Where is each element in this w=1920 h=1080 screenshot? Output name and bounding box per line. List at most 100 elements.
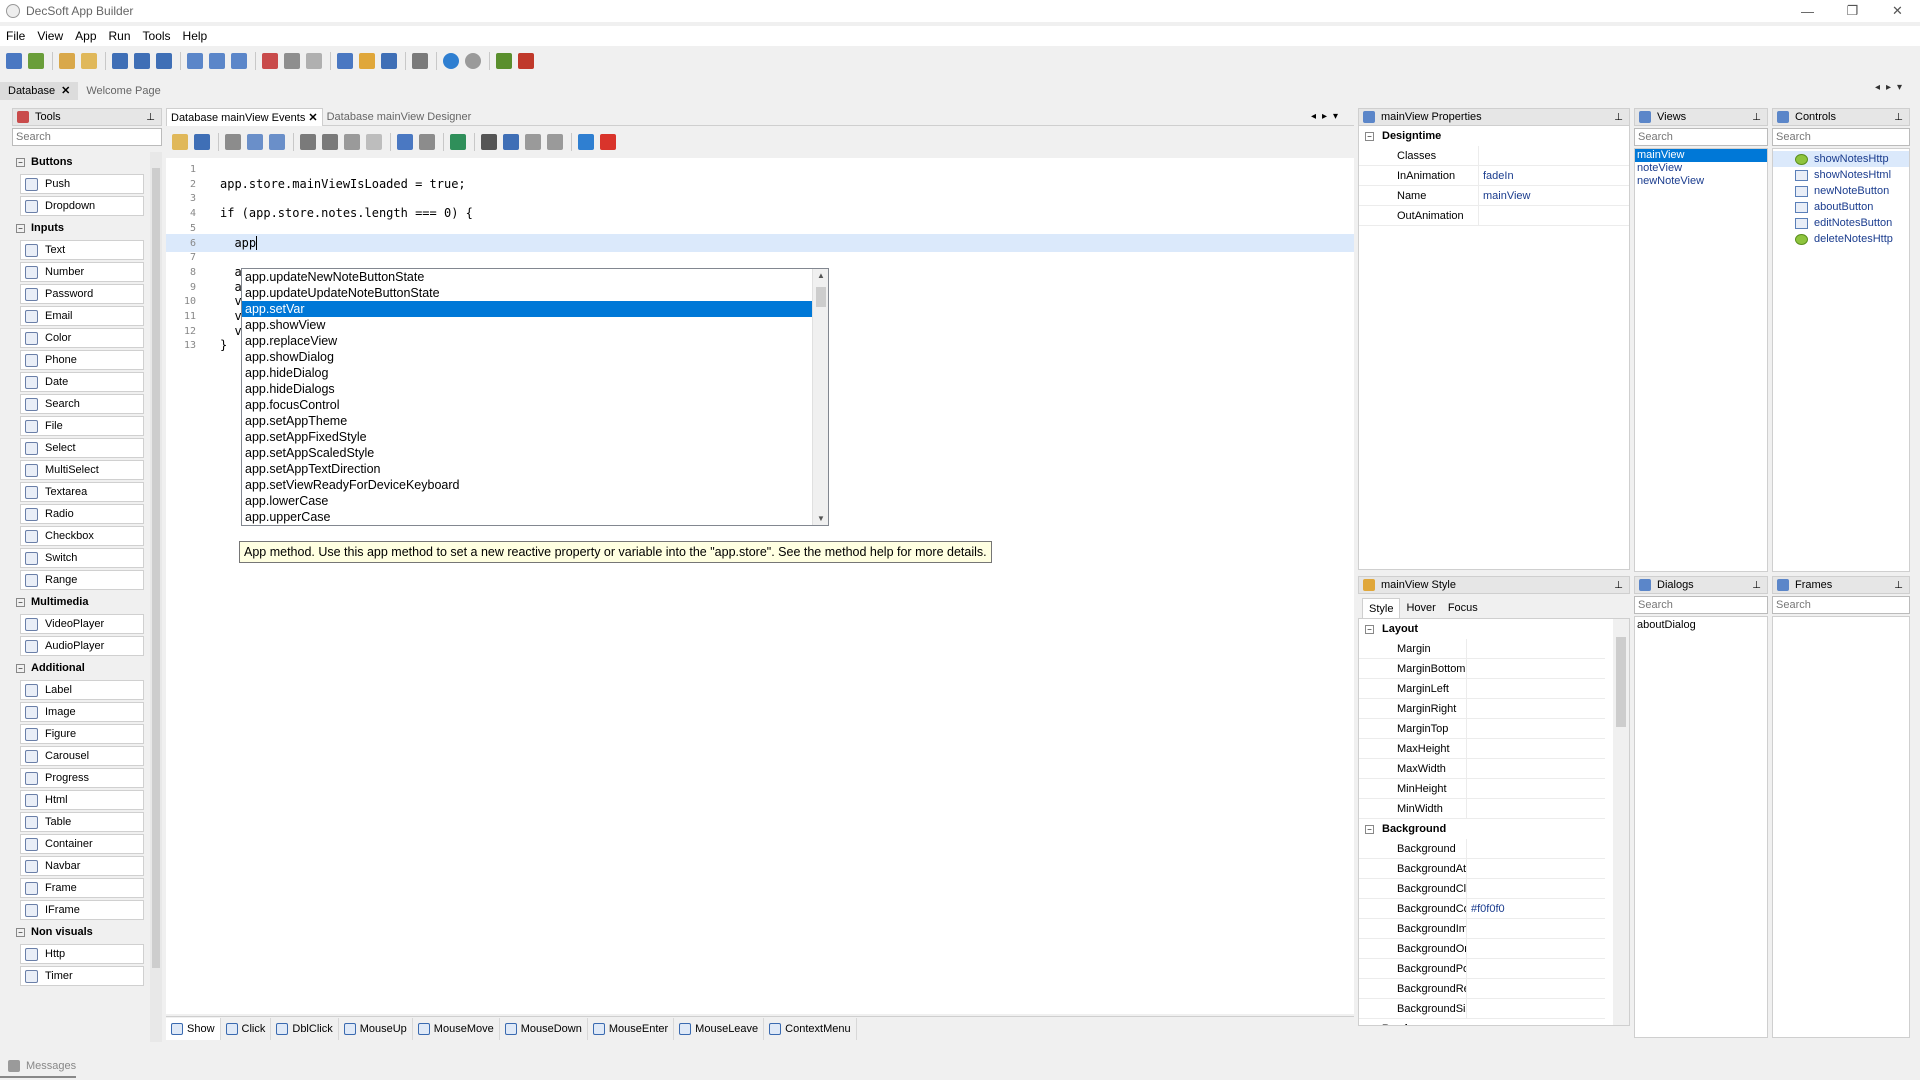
tool-figure[interactable]: Figure [20,724,144,744]
control-item[interactable]: editNotesButton [1773,215,1909,231]
tool-text[interactable]: Text [20,240,144,260]
menu-tools[interactable]: Tools [143,29,171,43]
event-tab-mouseenter[interactable]: MouseEnter [588,1017,675,1040]
stop-icon[interactable] [465,53,481,69]
autocomplete-item[interactable]: app.replaceView [242,333,812,349]
pin-icon[interactable]: ⊥ [1894,580,1903,591]
pin-icon[interactable]: ⊥ [1752,580,1761,591]
open-project-icon[interactable] [28,53,44,69]
tab-events[interactable]: Database mainView Events ✕ [166,107,323,126]
tool-file[interactable]: File [20,416,144,436]
property-value[interactable]: fadeIn [1479,170,1514,182]
view-item[interactable]: newNoteView [1635,175,1767,188]
next-icon[interactable] [547,134,563,150]
style-row[interactable]: MarginTop [1359,718,1605,739]
open-icon[interactable] [172,134,188,150]
delete-icon[interactable] [366,134,382,150]
style-row[interactable]: MaxWidth [1359,758,1605,779]
autocomplete-item[interactable]: app.setViewReadyForDeviceKeyboard [242,477,812,493]
tool-label[interactable]: Label [20,680,144,700]
collapse-icon[interactable]: − [1365,624,1374,634]
autocomplete-item[interactable]: app.setAppScaledStyle [242,445,812,461]
tool-search[interactable]: Search [20,394,144,414]
pdf-icon[interactable] [600,134,616,150]
tool-html[interactable]: Html [20,790,144,810]
property-row[interactable]: Classes [1359,145,1629,166]
remove-frame-icon[interactable] [306,53,322,69]
property-row[interactable]: OutAnimation [1359,205,1629,226]
tool-multiselect[interactable]: MultiSelect [20,460,144,480]
minimize-button[interactable]: — [1785,0,1830,22]
autocomplete-item[interactable]: app.upperCase [242,509,812,525]
view-item[interactable]: mainView [1635,149,1767,162]
tool-http[interactable]: Http [20,944,144,964]
close-button[interactable]: ✕ [1875,0,1920,22]
tool-password[interactable]: Password [20,284,144,304]
cut-icon[interactable] [322,134,338,150]
export-icon[interactable] [496,53,512,69]
app-files-icon[interactable] [359,53,375,69]
menu-app[interactable]: App [75,29,96,43]
tools-scrollbar[interactable] [150,152,162,1042]
pin-icon[interactable]: ⊥ [1614,580,1623,591]
tab-welcome-page[interactable]: Welcome Page [78,82,168,100]
pin-icon[interactable]: ⊥ [1752,112,1761,123]
style-row[interactable]: MarginLeft [1359,678,1605,699]
tool-number[interactable]: Number [20,262,144,282]
event-tab-dblclick[interactable]: DblClick [271,1017,339,1040]
event-tab-mousedown[interactable]: MouseDown [500,1017,588,1040]
event-tab-mouseleave[interactable]: MouseLeave [674,1017,765,1040]
event-tab-click[interactable]: Click [221,1017,272,1040]
tab-scroll-arrows-icon[interactable]: ◂▸▾ [1311,111,1344,122]
tool-timer[interactable]: Timer [20,966,144,986]
pin-icon[interactable]: ⊥ [1614,112,1623,123]
tool-push[interactable]: Push [20,174,144,194]
help-icon[interactable] [578,134,594,150]
tool-textarea[interactable]: Textarea [20,482,144,502]
pin-icon[interactable]: ⊥ [1894,112,1903,123]
add-frame-icon[interactable] [231,53,247,69]
frames-search-input[interactable]: Search [1772,596,1910,614]
control-item[interactable]: showNotesHtml [1773,167,1909,183]
collapse-icon[interactable]: − [16,663,25,673]
redo-icon[interactable] [419,134,435,150]
messages-tab[interactable]: Messages [26,1060,76,1072]
collapse-icon[interactable]: − [1365,824,1374,834]
property-value[interactable]: mainView [1479,190,1531,202]
tool-phone[interactable]: Phone [20,350,144,370]
tool-image[interactable]: Image [20,702,144,722]
section-designtime[interactable]: − Designtime [1359,126,1629,146]
open-folder-icon[interactable] [59,53,75,69]
category-multimedia[interactable]: − Multimedia [12,592,148,612]
control-item[interactable]: showNotesHttp [1773,151,1909,167]
menu-help[interactable]: Help [183,29,208,43]
tool-videoplayer[interactable]: VideoPlayer [20,614,144,634]
autocomplete-item[interactable]: app.setAppFixedStyle [242,429,812,445]
collapse-icon[interactable]: − [1365,131,1374,141]
style-row[interactable]: MarginRight [1359,698,1605,719]
style-value[interactable]: #f0f0f0 [1467,903,1505,915]
autocomplete-item[interactable]: app.hideDialog [242,365,812,381]
section-background[interactable]: − Background [1359,819,1629,839]
remove-view-icon[interactable] [262,53,278,69]
tool-audioplayer[interactable]: AudioPlayer [20,636,144,656]
collapse-icon[interactable]: − [16,223,25,233]
category-buttons[interactable]: − Buttons [12,152,148,172]
tool-color[interactable]: Color [20,328,144,348]
style-scrollbar[interactable] [1613,619,1629,1025]
undo-icon[interactable] [397,134,413,150]
style-row[interactable]: BackgroundColor#f0f0f0 [1359,898,1605,919]
section-border[interactable]: − Border [1359,1019,1629,1025]
style-row[interactable]: MinWidth [1359,798,1605,819]
style-row[interactable]: BackgroundOrigin [1359,938,1605,959]
recent-folder-icon[interactable] [81,53,97,69]
save-all-icon[interactable] [134,53,150,69]
run-icon[interactable] [443,53,459,69]
app-options-icon[interactable] [412,53,428,69]
tool-date[interactable]: Date [20,372,144,392]
tool-dropdown[interactable]: Dropdown [20,196,144,216]
style-row[interactable]: BackgroundAtta... [1359,858,1605,879]
menu-run[interactable]: Run [109,29,131,43]
tool-iframe[interactable]: IFrame [20,900,144,920]
control-item[interactable]: deleteNotesHttp [1773,231,1909,247]
